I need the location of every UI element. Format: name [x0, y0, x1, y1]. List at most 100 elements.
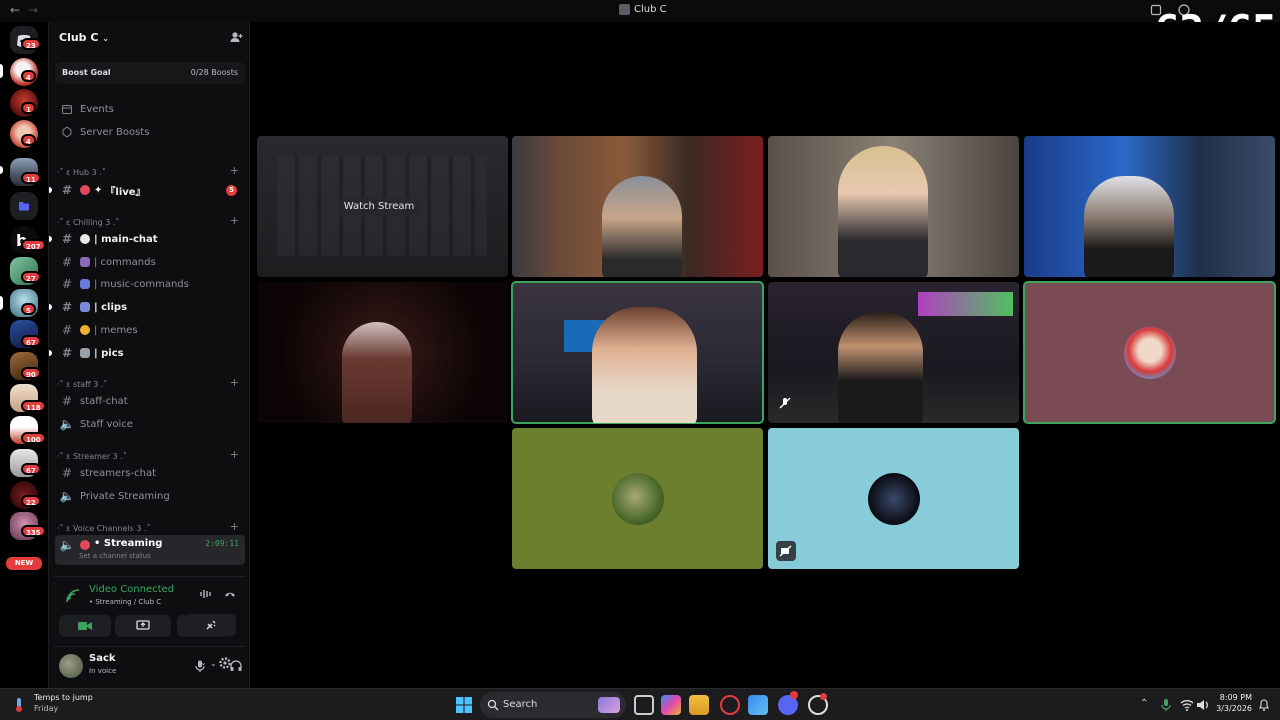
- unread-badge: 207: [21, 239, 46, 251]
- soundboard-button[interactable]: [185, 614, 236, 636]
- video-tile[interactable]: [1024, 136, 1275, 277]
- add-channel-icon[interactable]: +: [230, 520, 239, 533]
- camera-off-icon: [779, 545, 792, 557]
- disconnect-icon[interactable]: [223, 587, 237, 601]
- sidebar-item-server-boosts[interactable]: Server Boosts: [55, 122, 245, 142]
- unread-badge: 5: [21, 303, 36, 315]
- channel-streaming[interactable]: 🔈 • Streaming 2:09:11 Set a channel stat…: [55, 535, 245, 565]
- chevron-up-icon[interactable]: ⌃: [1140, 698, 1148, 709]
- sidebar-item-events[interactable]: Events: [55, 99, 245, 119]
- channel-commands[interactable]: # | commands: [55, 252, 245, 272]
- weather-widget[interactable]: Temps to jump Friday: [34, 693, 93, 713]
- unread-badge: 27: [21, 271, 41, 283]
- boost-goal-bar[interactable]: Boost Goal 0/28 Boosts: [55, 62, 245, 84]
- speech-bubble-icon: [80, 234, 90, 244]
- folder-icon[interactable]: [10, 192, 38, 220]
- stream-preview-tile[interactable]: Watch Stream: [257, 136, 508, 277]
- participant-video: [602, 176, 682, 277]
- unread-badge: 4: [21, 70, 36, 82]
- boost-gem-icon: [62, 126, 72, 138]
- add-channel-icon[interactable]: +: [230, 214, 239, 227]
- thermometer-icon: [12, 697, 26, 713]
- gear-icon[interactable]: [218, 656, 232, 670]
- opera-browser-icon[interactable]: [720, 695, 740, 715]
- add-channel-icon[interactable]: +: [230, 164, 239, 177]
- participant-avatar: [611, 472, 664, 525]
- volume-icon[interactable]: [1196, 698, 1210, 712]
- participant-video: [1084, 176, 1174, 277]
- unread-badge: 23: [21, 38, 41, 50]
- red-dot-icon: [80, 540, 90, 550]
- channel-music-commands[interactable]: # | music-commands: [55, 274, 245, 294]
- text-channel-icon: #: [61, 323, 73, 337]
- taskbar-search[interactable]: Search: [480, 692, 626, 718]
- category-streamer[interactable]: ·˚ ɛ Streamer 3 .˚ +: [57, 448, 243, 463]
- add-channel-icon[interactable]: +: [230, 448, 239, 461]
- system-clock[interactable]: 8:09 PM 3/3/2026: [1210, 693, 1252, 713]
- video-tile[interactable]: [257, 282, 508, 423]
- signal-icon[interactable]: [64, 587, 82, 605]
- copilot-icon[interactable]: [661, 695, 681, 715]
- video-camera-icon: [78, 622, 92, 630]
- noise-suppression-icon[interactable]: [199, 587, 213, 601]
- server-pill: [0, 296, 3, 310]
- robot-icon: [80, 257, 90, 267]
- unread-badge: 100: [21, 432, 46, 444]
- unread-badge: 11: [21, 172, 41, 184]
- chevron-down-icon[interactable]: ⌄: [200, 658, 207, 667]
- unread-badge: 90: [21, 367, 41, 379]
- camera-button[interactable]: [59, 615, 111, 637]
- avatar[interactable]: [59, 654, 83, 678]
- channel-streamers-chat[interactable]: # streamers-chat: [55, 463, 245, 483]
- wifi-icon[interactable]: [1180, 698, 1194, 712]
- camera-icon: [80, 348, 90, 358]
- channel-memes[interactable]: # | memes: [55, 320, 245, 340]
- task-view-icon[interactable]: [634, 695, 654, 715]
- channel-staff-voice[interactable]: 🔈 Staff voice: [55, 414, 245, 434]
- speaker-icon: 🔈: [59, 417, 75, 431]
- microphone-tray-icon[interactable]: [1160, 698, 1172, 712]
- video-tile-speaking[interactable]: [511, 281, 764, 424]
- video-tile[interactable]: [768, 282, 1019, 423]
- channel-live[interactable]: # ✦ 『live』 5: [49, 180, 245, 200]
- channel-clips[interactable]: # | clips: [49, 297, 245, 317]
- server-name-header[interactable]: Club C ⌄: [59, 31, 109, 44]
- category-chilling[interactable]: ·˚ ɛ Chilling 3 .˚ +: [57, 214, 243, 229]
- category-staff[interactable]: ·˚ ɛ staff 3 .˚ +: [57, 376, 243, 391]
- microsoft-store-icon[interactable]: [748, 695, 768, 715]
- window-title: Club C: [619, 4, 667, 15]
- new-badge[interactable]: NEW: [6, 557, 42, 570]
- watch-stream-button[interactable]: Watch Stream: [339, 197, 419, 217]
- video-tile[interactable]: [512, 136, 763, 277]
- chevron-down-icon[interactable]: ⌄: [210, 659, 217, 668]
- avatar-tile[interactable]: [512, 428, 763, 569]
- avatar-tile-speaking[interactable]: [1023, 281, 1276, 424]
- windows-start-icon[interactable]: [454, 695, 474, 715]
- category-hub[interactable]: ·˚ ɛ Hub 3 .˚ +: [57, 164, 243, 179]
- voice-location[interactable]: • Streaming / Club C: [89, 598, 161, 606]
- channel-sidebar: Club C ⌄ Boost Goal 0/28 Boosts Events S…: [48, 22, 250, 688]
- back-arrow-icon[interactable]: ←: [10, 3, 20, 17]
- text-channel-icon: #: [61, 277, 73, 291]
- forward-arrow-icon[interactable]: →: [28, 3, 38, 17]
- notification-bell-icon[interactable]: [1258, 698, 1270, 712]
- channel-main-chat[interactable]: # | main-chat: [49, 229, 245, 249]
- unread-badge: 67: [21, 463, 41, 475]
- category-voice-channels[interactable]: ·˚ ɛ Voice Channels 3 .˚ +: [57, 520, 243, 535]
- file-explorer-icon[interactable]: [689, 695, 709, 715]
- avatar-tile[interactable]: [768, 428, 1019, 569]
- server-rail: 23 4 1 4 11 b 207 27 5 67 90 118 100 67: [0, 22, 48, 688]
- server-icon: [619, 4, 630, 15]
- call-timer: 2:09:11: [205, 539, 239, 548]
- add-channel-icon[interactable]: +: [230, 376, 239, 389]
- video-tile[interactable]: [768, 136, 1019, 277]
- unread-badge: 22: [21, 495, 41, 507]
- screen-share-button[interactable]: [115, 615, 171, 637]
- text-channel-icon: #: [61, 300, 73, 314]
- channel-staff-chat[interactable]: # staff-chat: [55, 391, 245, 411]
- channel-status[interactable]: Set a channel status: [79, 552, 151, 560]
- channel-private-streaming[interactable]: 🔈 Private Streaming: [55, 486, 245, 506]
- invite-user-icon[interactable]: [229, 30, 243, 44]
- mention-badge: 5: [226, 185, 237, 196]
- channel-pics[interactable]: # | pics: [49, 343, 245, 363]
